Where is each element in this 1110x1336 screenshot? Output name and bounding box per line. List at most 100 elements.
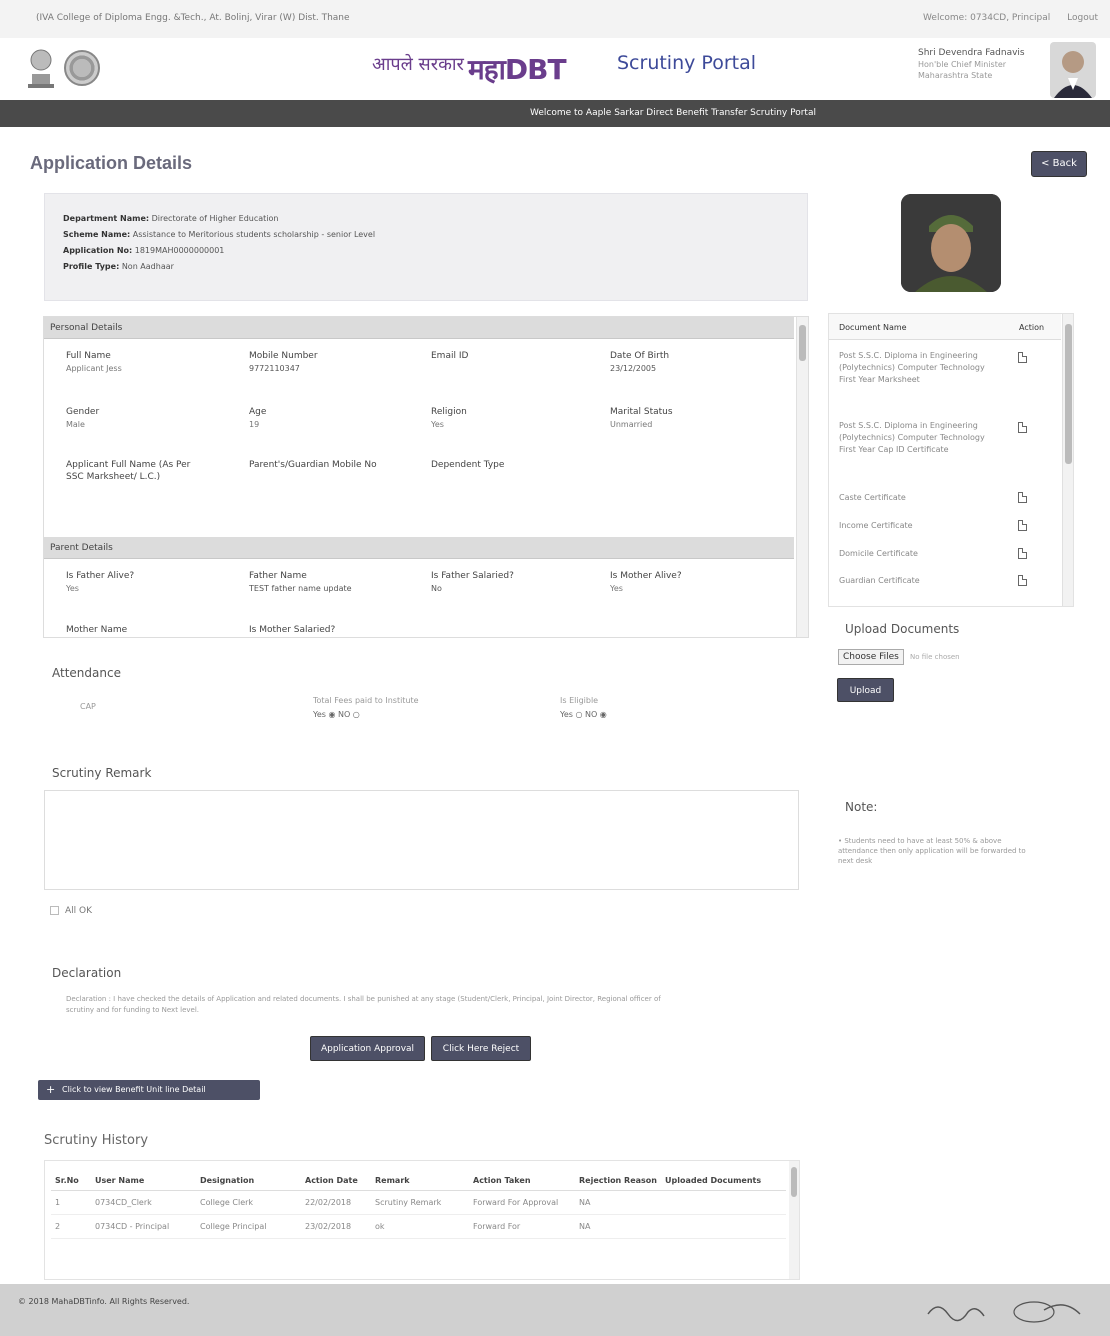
col-uploaded-documents: Uploaded Documents [661,1171,786,1191]
reject-button[interactable]: Click Here Reject [431,1036,531,1061]
view-document-icon[interactable] [1018,548,1027,559]
file-chooser: Choose Files No file chosen [838,649,960,665]
view-document-icon[interactable] [1018,352,1027,363]
document-name-header: Document Name [839,323,907,332]
college-name: (IVA College of Diploma Engg. &Tech., At… [36,13,350,23]
note-text: • Students need to have at least 50% & a… [838,837,1026,865]
mother-alive-value: Yes [610,584,623,593]
eligible-radio[interactable]: Yes ○ NO ◉ [560,710,607,719]
cm-info: Shri Devendra Fadnavis Hon'ble Chief Min… [918,48,1025,81]
cell-sr-no: 1 [51,1190,91,1215]
cell-uploaded-documents [661,1214,786,1239]
father-name-value: TEST father name update [249,584,352,593]
email-label: Email ID [431,351,469,361]
view-document-icon[interactable] [1018,422,1027,433]
profile-type-value: Non Aadhaar [121,262,174,271]
document-list-panel[interactable]: Document Name Action Post S.S.C. Diploma… [828,313,1074,607]
details-panel[interactable]: Personal Details Full Name Applicant Jes… [43,316,809,638]
user-info: Welcome: 0734CD, Principal Logout [923,13,1098,23]
gender-label: Gender [66,407,100,417]
brand-mahadbt: महाDBT [468,53,567,86]
cell-rejection-reason: NA [575,1190,661,1215]
top-strip: (IVA College of Diploma Engg. &Tech., At… [0,0,1110,38]
document-scrollbar[interactable] [1062,314,1073,606]
view-document-icon[interactable] [1018,575,1027,586]
cell-remark: ok [371,1214,469,1239]
document-item: Post S.S.C. Diploma in Engineering (Poly… [839,351,985,384]
scrutiny-remark-textarea[interactable] [44,790,799,890]
upload-button[interactable]: Upload [837,678,894,702]
details-scrollbar[interactable] [796,317,808,637]
mother-alive-label: Is Mother Alive? [610,571,682,581]
attendance-title: Attendance [52,666,121,680]
cm-name: Shri Devendra Fadnavis [918,48,1025,58]
age-value: 19 [249,420,260,429]
mobile-value: 9772110347 [249,364,300,373]
gender-value: Male [66,420,85,429]
upload-documents-title: Upload Documents [845,622,960,636]
religion-value: Yes [431,420,444,429]
age-label: Age [249,407,267,417]
personal-details-header: Personal Details [44,317,794,339]
table-row: 1 0734CD_Clerk College Clerk 22/02/2018 … [51,1190,786,1215]
fees-paid-label: Total Fees paid to Institute [313,696,419,705]
scrutiny-history-panel[interactable]: Sr.No User Name Designation Action Date … [44,1160,800,1280]
dob-label: Date Of Birth [610,351,670,361]
details-scroll-thumb[interactable] [799,325,806,361]
cell-action-date: 23/02/2018 [301,1214,371,1239]
application-no-line: Application No: 1819MAH0000000001 [63,246,225,255]
cm-title: Hon'ble Chief Minister [918,60,1007,69]
col-user-name: User Name [91,1171,196,1191]
father-alive-value: Yes [66,584,79,593]
history-header-row: Sr.No User Name Designation Action Date … [51,1171,786,1191]
mother-salaried-label: Is Mother Salaried? [249,625,336,635]
view-document-icon[interactable] [1018,492,1027,503]
application-no-value: 1819MAH0000000001 [134,246,225,255]
cell-action-date: 22/02/2018 [301,1190,371,1215]
all-ok-checkbox[interactable]: All OK [50,906,92,916]
department-line: Department Name: Directorate of Higher E… [63,214,279,223]
view-document-icon[interactable] [1018,520,1027,531]
religion-label: Religion [431,407,467,417]
checkbox-icon[interactable] [50,906,59,915]
choose-files-button[interactable]: Choose Files [838,649,904,665]
col-rejection-reason: Rejection Reason [575,1171,661,1191]
document-item: Guardian Certificate [839,576,920,585]
application-summary: Department Name: Directorate of Higher E… [44,193,808,301]
action-header: Action [1019,323,1045,332]
history-scroll-thumb[interactable] [791,1167,797,1197]
back-button[interactable]: < Back [1031,151,1087,177]
declaration-title: Declaration [52,966,122,980]
fees-paid-radio[interactable]: Yes ◉ NO ○ [313,710,360,719]
ssc-name-label-2: SSC Marksheet/ L.C.) [66,472,161,482]
mother-name-label: Mother Name [66,625,128,635]
cell-user-name: 0734CD_Clerk [91,1190,196,1215]
father-salaried-value: No [431,584,442,593]
all-ok-label: All OK [65,906,93,916]
col-action-date: Action Date [301,1171,371,1191]
logout-link[interactable]: Logout [1067,13,1098,23]
scheme-line: Scheme Name: Assistance to Meritorious s… [63,230,376,239]
copyright-text: © 2018 MahaDBTinfo. All Rights Reserved. [18,1297,190,1306]
col-sr-no: Sr.No [51,1171,91,1191]
father-salaried-label: Is Father Salaried? [431,571,514,581]
col-remark: Remark [371,1171,469,1191]
state-emblem-icon [28,49,54,88]
file-status: No file chosen [910,653,960,661]
brand-aaple-sarkar: आपले सरकार [372,54,464,75]
scrutiny-remark-title: Scrutiny Remark [52,766,152,780]
welcome-user: Welcome: 0734CD, Principal [923,13,1051,23]
document-scroll-thumb[interactable] [1065,324,1072,464]
cell-action-taken: Forward For [469,1214,575,1239]
father-alive-label: Is Father Alive? [66,571,135,581]
cm-photo [1050,42,1096,98]
view-bank-details-button[interactable]: + Click to view Benefit Unit line Detail [38,1080,260,1100]
history-scrollbar[interactable] [789,1161,799,1279]
footer: © 2018 MahaDBTinfo. All Rights Reserved. [0,1284,1110,1336]
col-designation: Designation [196,1171,301,1191]
scrutiny-history-title: Scrutiny History [44,1133,149,1148]
guardian-mobile-label: Parent's/Guardian Mobile No [249,460,377,470]
approve-button[interactable]: Application Approval [310,1036,425,1061]
page-title: Application Details [30,153,193,173]
profile-type-line: Profile Type: Non Aadhaar [63,262,174,271]
